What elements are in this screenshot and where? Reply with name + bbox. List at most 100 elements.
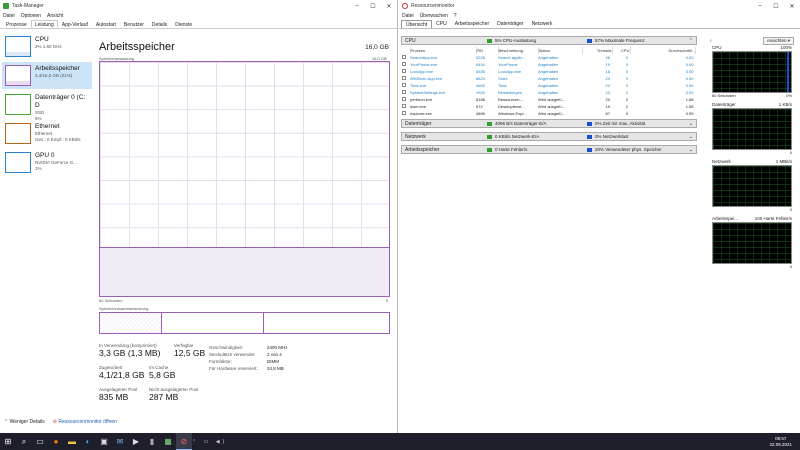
disk-thumbnail xyxy=(5,94,31,115)
open-resource-monitor-link[interactable]: ⊘ Ressourcenmonitor öffnen xyxy=(53,419,117,425)
menu-ansicht[interactable]: Ansicht xyxy=(47,13,63,19)
row-checkbox[interactable] xyxy=(402,96,410,103)
cell-status: Wird ausgefü... xyxy=(538,111,565,116)
row-checkbox[interactable] xyxy=(402,68,410,75)
tab-benutzer[interactable]: Benutzer xyxy=(120,20,148,28)
tab-dienste[interactable]: Dienste xyxy=(171,20,196,28)
menu-datei[interactable]: Datei xyxy=(3,13,15,19)
row-checkbox[interactable] xyxy=(402,103,410,110)
table-row[interactable]: perfmon.exe 6188 Ressourcen-... Wird ausgef… xyxy=(402,96,696,103)
resource-monitor-taskbar-icon[interactable]: ⊘ xyxy=(176,433,192,450)
col-beschreibung[interactable]: Beschreibung xyxy=(498,47,539,54)
clock[interactable]: 08:57 22.09.2021 xyxy=(769,436,792,448)
disk-activity-badge: 0% Zeit mit max. Aktivität xyxy=(587,121,645,126)
row-checkbox[interactable] xyxy=(402,89,410,96)
system-tray[interactable]: ⌃ ▭ ◀) xyxy=(192,439,227,445)
col-prozess[interactable]: Prozess xyxy=(410,47,477,54)
sidebar-item-gpu[interactable]: GPU 0 NVIDIA GeForce G... 1% xyxy=(2,149,92,176)
tab-prozesse[interactable]: Prozesse xyxy=(2,20,31,28)
row-checkbox[interactable] xyxy=(402,110,410,117)
cell-beschreibung: YourPhone xyxy=(498,62,518,67)
graph-scale: 1 KB/s xyxy=(778,102,792,107)
table-row[interactable]: explorer.exe 4896 Windows-Expl... Wird ausg… xyxy=(402,110,696,117)
tab-netzwerk[interactable]: Netzwerk xyxy=(528,20,557,28)
checkbox-icon[interactable] xyxy=(402,90,406,94)
task-manager-taskbar-icon[interactable]: ▦ xyxy=(160,433,176,450)
tab-uebersicht[interactable]: Übersicht xyxy=(401,20,433,28)
table-row[interactable]: LockApp.exe 6636 LockApp.exe Angehalten 16 0 0… xyxy=(402,68,696,75)
col-avg[interactable]: Durchschnittl... xyxy=(630,47,696,54)
table-row[interactable]: SystemSettings.exe 1920 Einstellungen Angeh… xyxy=(402,89,696,96)
chevron-down-icon: ⌄ xyxy=(688,120,693,127)
network-section-header[interactable]: Netzwerk 0 KBit/s Netzwerk-E/A 0% Netzwe… xyxy=(401,132,697,141)
cell-avg: 0.00 xyxy=(685,76,694,81)
tab-autostart[interactable]: Autostart xyxy=(92,20,120,28)
task-view-icon[interactable]: ▭ xyxy=(32,433,48,450)
row-checkbox[interactable] xyxy=(402,61,410,68)
sidebar-item-memory[interactable]: Arbeitsspeicher 3,4/16,0 GB (21%) xyxy=(2,62,92,89)
tab-datentraeger[interactable]: Datenträger xyxy=(493,20,527,28)
checkbox-icon[interactable] xyxy=(402,69,406,73)
cpu-section-header[interactable]: CPU 5% CPU-Auslastung 57% Maximale Frequ… xyxy=(401,36,697,45)
row-checkbox[interactable] xyxy=(402,75,410,82)
firefox-icon[interactable]: ● xyxy=(48,433,64,450)
terminal-icon[interactable]: ▮ xyxy=(144,433,160,450)
edge-icon[interactable]: ◐ xyxy=(80,433,96,450)
row-checkbox[interactable] xyxy=(402,54,410,61)
collapse-panel-button[interactable]: ‹ xyxy=(710,38,712,44)
minimize-button[interactable]: – xyxy=(752,0,768,12)
col-cpu[interactable]: CPU xyxy=(612,47,631,54)
cell-status: Angehalten xyxy=(538,76,559,81)
search-icon[interactable]: ⌕ xyxy=(16,433,32,450)
file-explorer-icon[interactable]: ▬ xyxy=(64,433,80,450)
sidebar-item-disk[interactable]: Datenträger 0 (C: D SSD 5% xyxy=(2,91,92,121)
checkbox-icon[interactable] xyxy=(402,97,406,101)
maximize-button[interactable]: ☐ xyxy=(768,0,784,12)
sidebar-item-cpu[interactable]: CPU 2% 1,60 GHz xyxy=(2,33,92,60)
tab-cpu[interactable]: CPU xyxy=(432,20,451,28)
badge-text: 57% Maximale Frequenz xyxy=(595,38,645,43)
detail-key: Geschwindigkeit: xyxy=(209,345,244,350)
minimize-button[interactable]: – xyxy=(349,0,365,12)
sidebar-item-sub: 3,4/16,0 GB (21%) xyxy=(35,73,73,78)
menu-ueberwachen[interactable]: Überwachen xyxy=(420,13,448,19)
maximize-button[interactable]: ☐ xyxy=(365,0,381,12)
menu-datei[interactable]: Datei xyxy=(402,13,414,19)
tab-details[interactable]: Details xyxy=(148,20,171,28)
media-player-icon[interactable]: ▶ xyxy=(128,433,144,450)
table-row[interactable]: dwm.exe 672 Desktopfenst... Wird ausgefü...… xyxy=(402,103,696,110)
disk-section-header[interactable]: Datenträger 4096 B/s Datenträger-E/A 0% … xyxy=(401,119,697,128)
checkbox-icon[interactable] xyxy=(402,55,406,59)
detail-value: 34,8 MB xyxy=(267,366,284,371)
col-status[interactable]: Status xyxy=(538,47,583,54)
checkbox-icon[interactable] xyxy=(402,111,406,115)
tab-app-verlauf[interactable]: App-Verlauf xyxy=(58,20,92,28)
row-checkbox[interactable] xyxy=(402,82,410,89)
menu-optionen[interactable]: Optionen xyxy=(21,13,41,19)
col-pid[interactable]: PID xyxy=(476,47,499,54)
table-row[interactable]: YourPhone.exe 6444 YourPhone Angehalten 19 0 0… xyxy=(402,61,696,68)
checkbox-icon[interactable] xyxy=(402,104,406,108)
checkbox-icon[interactable] xyxy=(402,76,406,80)
checkbox-icon[interactable] xyxy=(402,62,406,66)
checkbox-header[interactable] xyxy=(402,47,411,54)
col-threads[interactable]: Threads xyxy=(582,47,613,54)
less-details-button[interactable]: ⌃ Weniger Details xyxy=(4,419,45,425)
sidebar-item-ethernet[interactable]: Ethernet Ethernet Ges.: 0 Empf.: 0 KBit/s xyxy=(2,120,92,147)
start-button[interactable]: ⊞ xyxy=(0,433,16,450)
mail-icon[interactable]: ✉ xyxy=(112,433,128,450)
menu-help[interactable]: ? xyxy=(454,13,457,19)
table-row[interactable]: SearchApp.exe 5228 Search applic... Angehal… xyxy=(402,54,696,61)
tab-leistung[interactable]: Leistung xyxy=(30,20,58,28)
views-button[interactable]: Ansichten ▾ xyxy=(762,36,794,45)
close-button[interactable]: ✕ xyxy=(784,0,800,12)
table-row[interactable]: WinStore.App.exe 8624 Store Angehalten 23 0 0.… xyxy=(402,75,696,82)
memory-section-header[interactable]: Arbeitsspeicher 0 Harte Fehler/s 20% Ver… xyxy=(401,145,697,154)
checkbox-icon[interactable] xyxy=(402,83,406,87)
store-icon[interactable]: ▣ xyxy=(96,433,112,450)
detail-value: 2 von 4 xyxy=(267,352,282,357)
table-row[interactable]: Time.exe 4600 Time Angehalten 24 0 0.00 xyxy=(402,82,696,89)
close-button[interactable]: ✕ xyxy=(381,0,397,12)
cell-pid: 8624 xyxy=(476,76,485,81)
tab-arbeitsspeicher[interactable]: Arbeitsspeicher xyxy=(451,20,493,28)
